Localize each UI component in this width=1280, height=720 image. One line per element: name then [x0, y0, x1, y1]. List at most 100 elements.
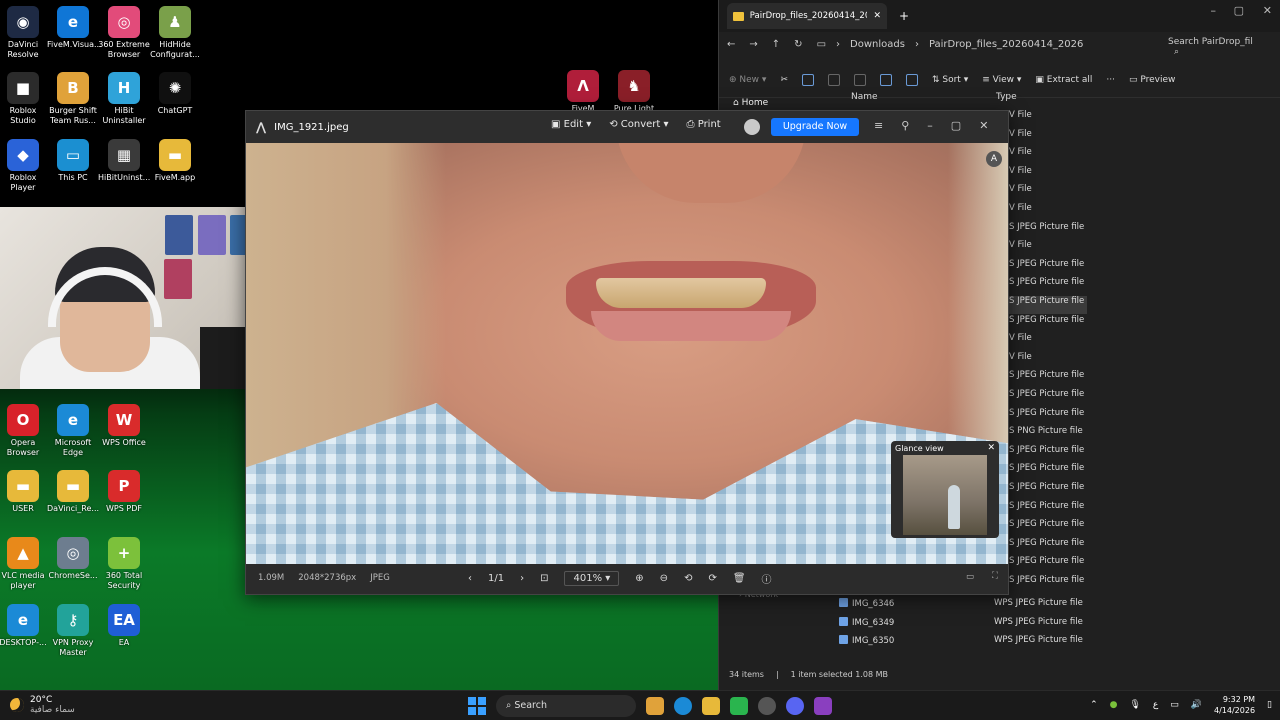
file-type-cell[interactable]: S JPEG Picture file [1009, 519, 1084, 537]
desktop-icon-bottom-1[interactable]: e Microsoft Edge [47, 404, 99, 458]
prev-image-icon[interactable]: ‹ [468, 573, 472, 584]
new-button[interactable]: ⊕ New ▾ [729, 75, 766, 85]
start-button[interactable] [468, 697, 486, 715]
upgrade-now-button[interactable]: Upgrade Now [771, 118, 859, 136]
column-name[interactable]: Name [851, 92, 878, 102]
photo-canvas[interactable]: A Glance view ✕ [246, 143, 1008, 564]
network-icon[interactable]: ▭ [1170, 700, 1179, 710]
desktop-icon-bottom-11[interactable]: EA EA [98, 604, 150, 648]
chevron-up-icon[interactable]: ⌃ [1090, 700, 1098, 710]
file-type-cell[interactable]: S JPEG Picture file [1009, 445, 1084, 463]
glance-view-panel[interactable]: Glance view ✕ [891, 441, 999, 538]
zoom-in-icon[interactable]: ⊕ [635, 573, 643, 584]
file-type-cell[interactable]: S JPEG Picture file [1009, 296, 1087, 314]
file-explorer-icon[interactable] [702, 697, 720, 715]
file-type-cell[interactable]: V File [1009, 166, 1032, 184]
desktop-icon-top-6[interactable]: H HiBit Uninstaller [98, 72, 150, 126]
up-icon[interactable]: ↑ [772, 39, 780, 50]
file-type-cell[interactable]: V File [1009, 129, 1032, 147]
file-type-cell[interactable]: V File [1009, 110, 1032, 128]
desktop-icon-top-10[interactable]: ▦ HiBitUninst... [98, 139, 150, 183]
desktop-icon-bottom-7[interactable]: ◎ ChromeSe... [47, 537, 99, 581]
desktop-icon-top-11[interactable]: ▬ FiveM.app [149, 139, 201, 183]
file-type-cell[interactable]: S JPEG Picture file [1009, 222, 1084, 240]
desktop-icon-top-7[interactable]: ✺ ChatGPT [149, 72, 201, 116]
refresh-icon[interactable]: ↻ [794, 39, 802, 50]
desktop-icon-bottom-9[interactable]: e DESKTOP-... [0, 604, 49, 648]
view-button[interactable]: ≡ View ▾ [982, 75, 1021, 85]
file-type-cell[interactable]: S JPEG Picture file [1009, 389, 1084, 407]
file-type-cell[interactable]: V File [1009, 333, 1032, 351]
close-icon[interactable]: ✕ [987, 443, 995, 453]
rename-icon[interactable] [853, 73, 866, 86]
file-type-cell[interactable]: S JPEG Picture file [1009, 408, 1084, 426]
desktop-icon-top-4[interactable]: ■ Roblox Studio [0, 72, 49, 126]
desktop-icon-bottom-0[interactable]: O Opera Browser [0, 404, 49, 458]
explorer-tab[interactable]: PairDrop_files_20260414_2026 ✕ [727, 3, 887, 29]
file-type-cell[interactable]: S JPEG Picture file [1009, 277, 1084, 295]
language-indicator[interactable]: ع [1153, 700, 1158, 710]
file-type-cell[interactable]: V File [1009, 203, 1032, 221]
close-icon[interactable]: ✕ [979, 119, 988, 132]
desktop-icon-bottom-6[interactable]: ▲ VLC media player [0, 537, 49, 591]
table-row[interactable]: IMG_6346 WPS JPEG Picture file [839, 598, 1219, 616]
file-type-cell[interactable]: V File [1009, 184, 1032, 202]
desktop-icon-bottom-3[interactable]: ▬ USER [0, 470, 49, 514]
copy-icon[interactable] [801, 73, 814, 86]
glance-thumbnail[interactable] [903, 455, 987, 535]
forward-icon[interactable]: → [749, 39, 757, 50]
zoom-select[interactable]: 401% ▾ [564, 571, 620, 586]
close-icon[interactable]: ✕ [1263, 4, 1272, 17]
desktop-icon-mid-1[interactable]: ♞ Pure Light [608, 70, 660, 114]
print-button[interactable]: ⎙ Print [687, 119, 721, 130]
desktop-icon-top-8[interactable]: ◆ Roblox Player [0, 139, 49, 193]
file-type-cell[interactable]: S JPEG Picture file [1009, 575, 1084, 593]
minimize-icon[interactable]: – [927, 119, 933, 132]
desktop-icon-top-5[interactable]: B Burger Shift Team Rus... [47, 72, 99, 126]
extract-all-button[interactable]: ▣ Extract all [1035, 75, 1092, 85]
discord-icon[interactable] [786, 697, 804, 715]
file-type-cell[interactable]: S JPEG Picture file [1009, 463, 1084, 481]
ai-icon[interactable]: A [986, 151, 1002, 167]
rotate-left-icon[interactable]: ⟲ [684, 573, 692, 584]
share-icon[interactable] [879, 73, 892, 86]
desktop-icon-top-3[interactable]: ♟ HidHide Configurat... [149, 6, 201, 60]
nvidia-icon[interactable]: ● [1110, 700, 1118, 710]
zoom-out-icon[interactable]: ⊖ [660, 573, 668, 584]
edge-icon[interactable] [674, 697, 692, 715]
desktop-icon-top-1[interactable]: e FiveM.Visua... [47, 6, 102, 50]
new-tab-icon[interactable]: + [899, 9, 909, 23]
pin-icon[interactable]: ⚲ [901, 119, 909, 132]
fit-screen-icon[interactable]: ⊡ [540, 573, 548, 584]
rotate-right-icon[interactable]: ⟳ [708, 573, 716, 584]
fullscreen-icon[interactable]: ⛶ [992, 571, 998, 581]
file-type-cell[interactable]: S JPEG Picture file [1009, 370, 1084, 388]
search-input[interactable]: Search PairDrop_fil ⌕ [1162, 33, 1272, 57]
taskbar-search[interactable]: ⌕ Search [496, 695, 636, 717]
file-type-cell[interactable]: S JPEG Picture file [1009, 482, 1084, 500]
menu-icon[interactable]: ≡ [874, 119, 883, 132]
edit-button[interactable]: ▣ Edit ▾ [551, 119, 591, 130]
desktop-icon-bottom-5[interactable]: P WPS PDF [98, 470, 150, 514]
kick-icon[interactable] [730, 697, 748, 715]
file-type-cell[interactable]: V File [1009, 147, 1032, 165]
avatar[interactable] [744, 119, 760, 135]
table-row[interactable]: IMG_6350 WPS JPEG Picture file [839, 635, 1219, 653]
preview-button[interactable]: ▭ Preview [1129, 75, 1175, 85]
desktop-icon-bottom-4[interactable]: ▬ DaVinci_Re... [47, 470, 99, 514]
delete-icon[interactable] [905, 73, 918, 86]
next-image-icon[interactable]: › [520, 573, 524, 584]
weather-widget[interactable]: 20°C سماء صافية [10, 695, 75, 715]
desktop-icon-top-0[interactable]: ◉ DaVinci Resolve [0, 6, 49, 60]
breadcrumb-downloads[interactable]: Downloads [850, 39, 905, 50]
paste-icon[interactable] [827, 73, 840, 86]
breadcrumb-folder[interactable]: PairDrop_files_20260414_2026 [929, 39, 1083, 50]
photo-viewer-icon[interactable] [814, 697, 832, 715]
file-type-cell[interactable]: S PNG Picture file [1009, 426, 1083, 444]
maximize-icon[interactable]: ▢ [951, 119, 961, 132]
clock[interactable]: 9:32 PM 4/14/2026 [1214, 694, 1255, 716]
desktop-icon-top-9[interactable]: ▭ This PC [47, 139, 99, 183]
desktop-icon-bottom-10[interactable]: ⚷ VPN Proxy Master [47, 604, 99, 658]
desktop-icon-top-2[interactable]: ◎ 360 Extreme Browser [98, 6, 150, 60]
chrome-icon[interactable] [758, 697, 776, 715]
